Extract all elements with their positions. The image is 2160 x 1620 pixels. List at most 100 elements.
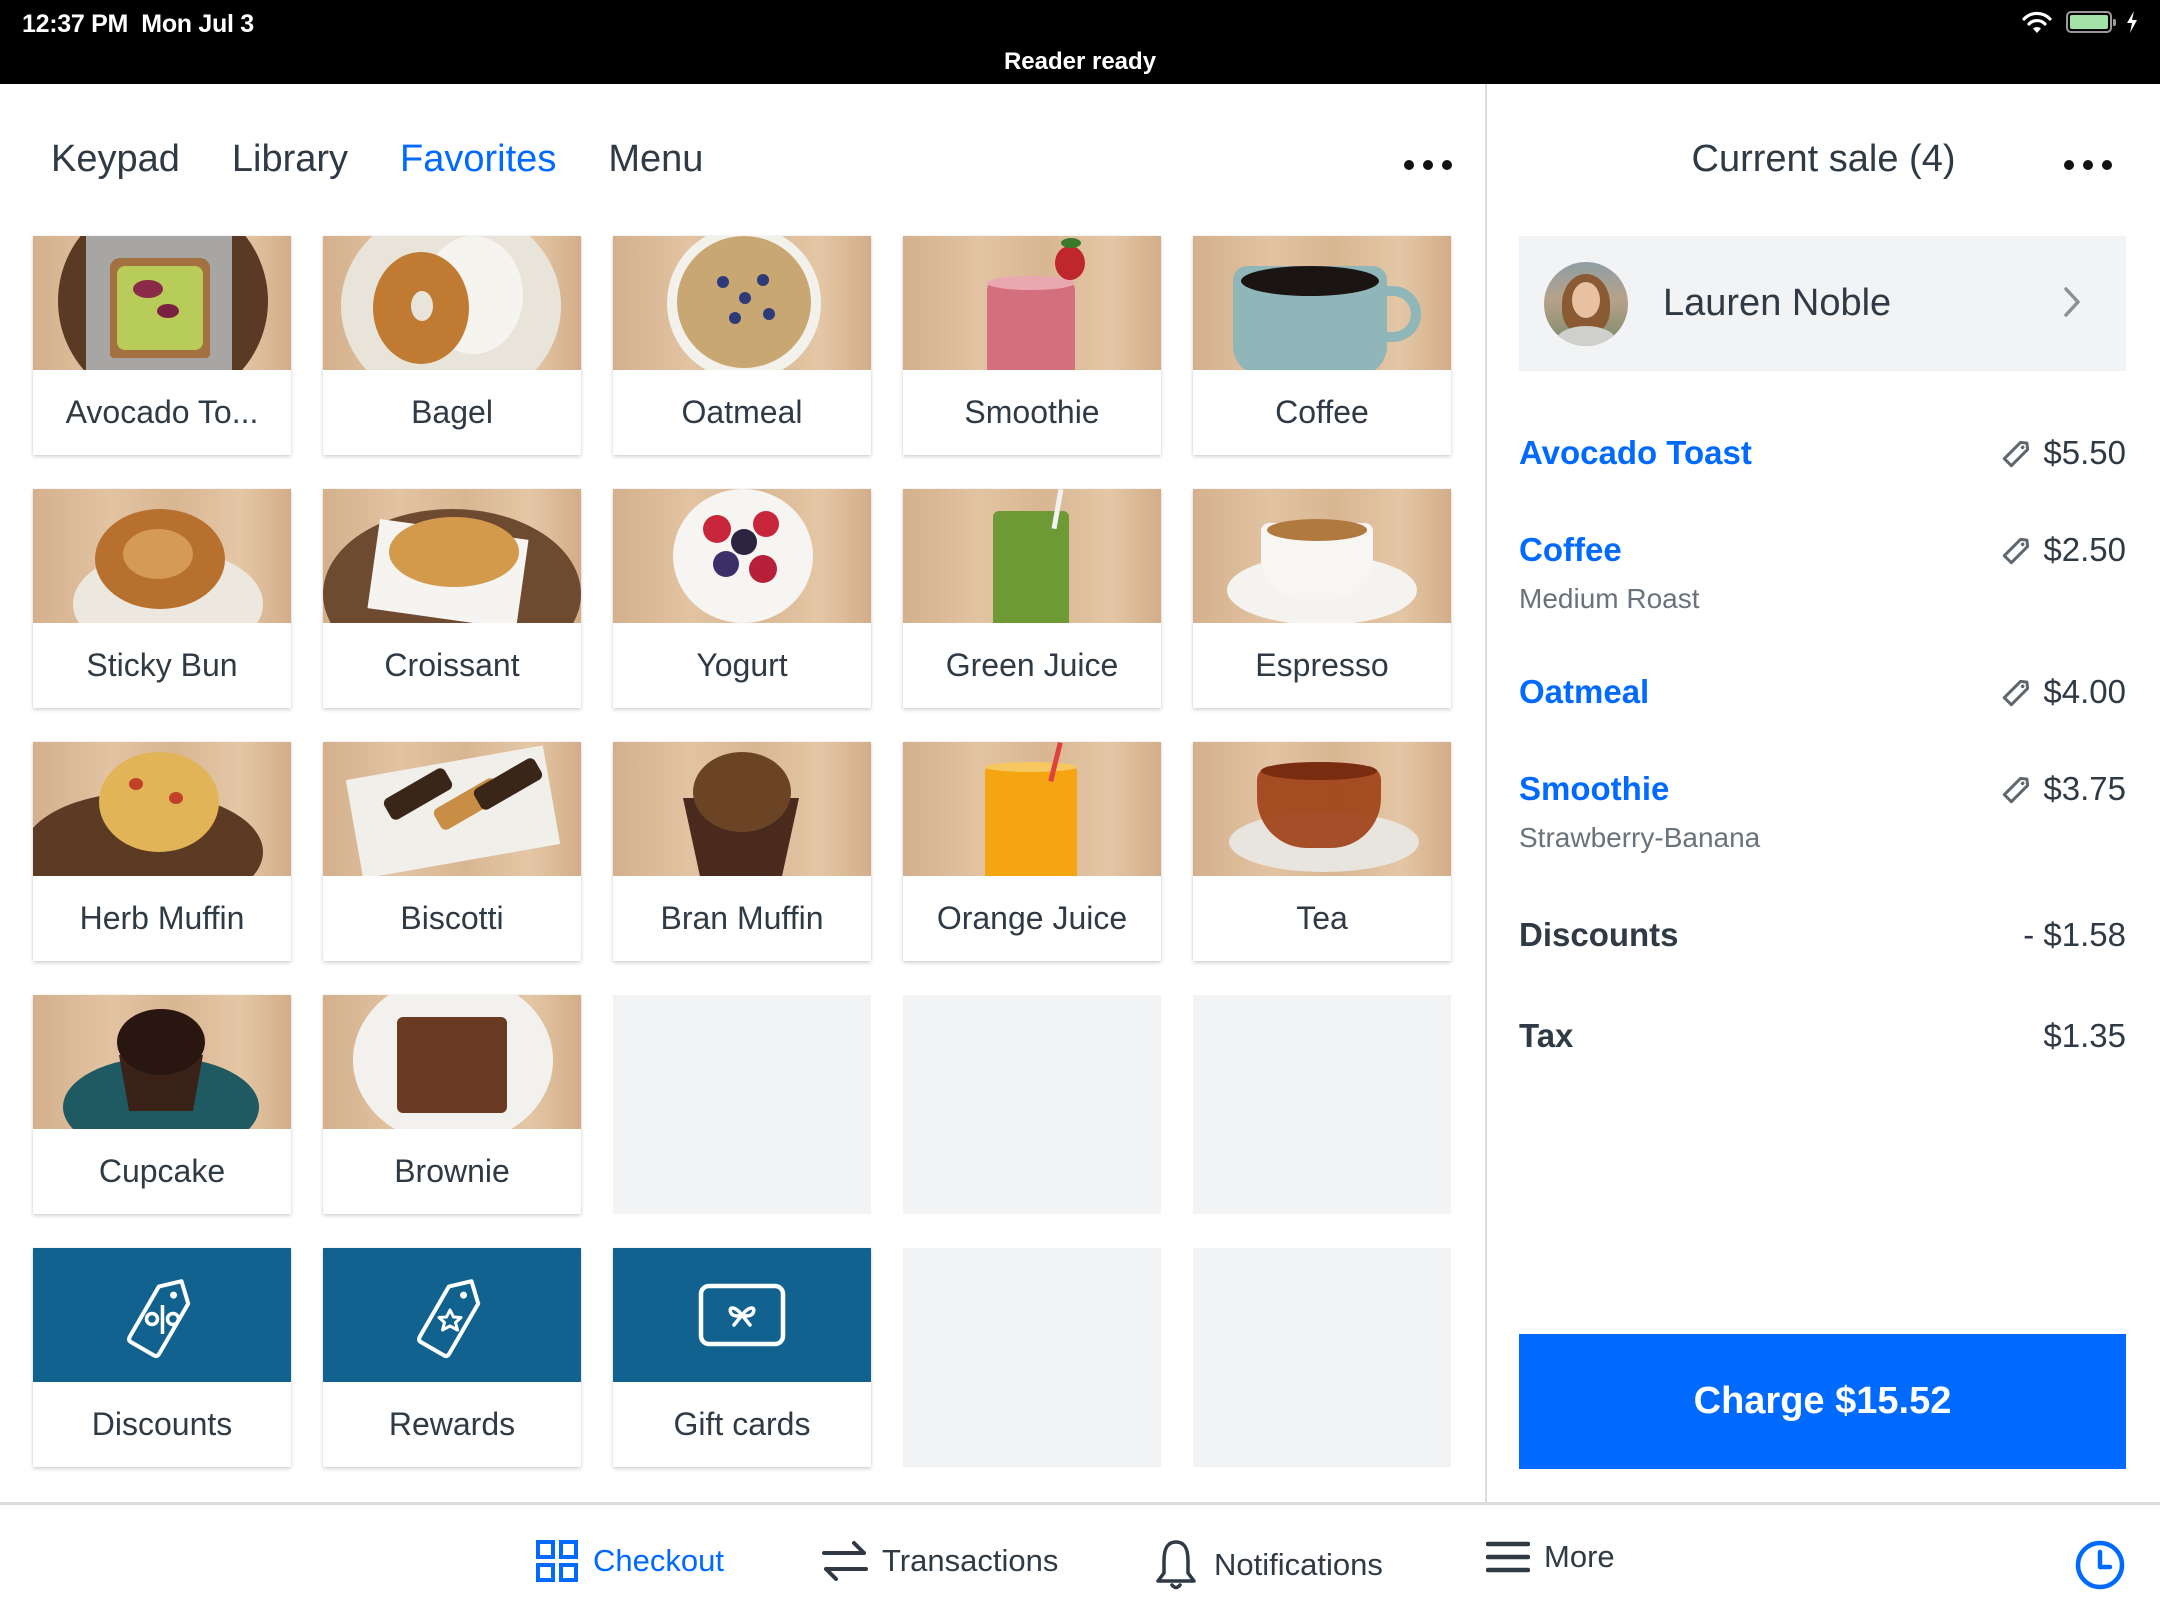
clock-icon[interactable] [2074, 1539, 2126, 1591]
tile-label: Avocado To... [65, 394, 259, 430]
smoothie-image [903, 236, 1161, 370]
price-tag-icon [2003, 440, 2030, 468]
cupcake-image [33, 995, 291, 1129]
tile-label: Coffee [1275, 394, 1369, 430]
item-panel-more-button[interactable] [1404, 160, 1452, 170]
tab-library[interactable]: Library [232, 138, 348, 181]
status-time: 12:37 PM Mon Jul 3 [22, 10, 254, 39]
nav-checkout[interactable]: Checkout [535, 1539, 724, 1583]
current-sale-title: Current sale (4) [1691, 138, 1956, 180]
tile-label: Tea [1296, 900, 1348, 936]
sale-line-item[interactable]: Smoothie Strawberry-Banana $3.75 [1519, 770, 2126, 854]
price-value: $2.50 [2043, 531, 2126, 568]
biscotti-image [323, 742, 581, 876]
tile-label: Espresso [1255, 647, 1389, 683]
line-item-price: $2.50 [2001, 531, 2126, 569]
charge-button[interactable]: Charge $15.52 [1519, 1334, 2126, 1469]
discount-tag-icon [127, 1279, 191, 1358]
line-item-price: $5.50 [2001, 434, 2126, 472]
tile-sticky-bun[interactable]: Sticky Bun [33, 489, 291, 708]
tile-espresso[interactable]: Espresso [1193, 489, 1451, 708]
empty-tile-slot[interactable] [903, 995, 1161, 1214]
empty-tile-slot[interactable] [903, 1248, 1161, 1467]
tile-croissant[interactable]: Croissant [323, 489, 581, 708]
tile-oatmeal[interactable]: Oatmeal [613, 236, 871, 455]
empty-tile-slot[interactable] [1193, 1248, 1451, 1467]
tile-bran-muffin[interactable]: Bran Muffin [613, 742, 871, 961]
tile-herb-muffin[interactable]: Herb Muffin [33, 742, 291, 961]
tile-rewards[interactable]: Rewards [323, 1248, 581, 1467]
tile-label: Yogurt [696, 647, 788, 683]
croissant-image [323, 489, 581, 623]
customer-avatar [1544, 261, 1628, 346]
clock-date: Mon Jul 3 [141, 10, 254, 38]
tile-label: Gift cards [673, 1406, 811, 1442]
status-bar: 12:37 PM Mon Jul 3 Reader ready [0, 0, 2160, 84]
tab-favorites[interactable]: Favorites [400, 138, 556, 181]
tile-tea[interactable]: Tea [1193, 742, 1451, 961]
customer-name: Lauren Noble [1663, 282, 1892, 324]
nav-notifications[interactable]: Notifications [1152, 1539, 1383, 1591]
bagel-image [323, 236, 581, 370]
tile-smoothie[interactable]: Smoothie [903, 236, 1161, 455]
tile-gift-cards[interactable]: Gift cards [613, 1248, 871, 1467]
discounts-tile-icon-area [33, 1248, 291, 1382]
tile-biscotti[interactable]: Biscotti [323, 742, 581, 961]
tile-orange-juice[interactable]: Orange Juice [903, 742, 1161, 961]
tile-label: Croissant [384, 647, 520, 683]
menu-icon [1486, 1541, 1530, 1573]
favorites-grid: Avocado To... Bagel Oatmeal Smoothie Cof… [33, 236, 1451, 1467]
nav-label: Checkout [593, 1543, 724, 1578]
tax-row[interactable]: Tax $1.35 [1519, 1017, 2126, 1055]
nav-label: More [1544, 1539, 1615, 1574]
sale-line-item[interactable]: Avocado Toast $5.50 [1519, 434, 2126, 472]
sale-line-item[interactable]: Oatmeal $4.00 [1519, 673, 2126, 711]
tile-green-juice[interactable]: Green Juice [903, 489, 1161, 708]
tile-cupcake[interactable]: Cupcake [33, 995, 291, 1214]
tile-discounts[interactable]: Discounts [33, 1248, 291, 1467]
tile-label: Brownie [394, 1153, 510, 1189]
tab-keypad[interactable]: Keypad [51, 138, 180, 181]
tile-yogurt[interactable]: Yogurt [613, 489, 871, 708]
tile-bagel[interactable]: Bagel [323, 236, 581, 455]
tile-label: Herb Muffin [79, 900, 245, 936]
tile-label: Bagel [411, 394, 493, 430]
line-item-price: $4.00 [2001, 673, 2126, 711]
tile-label: Oatmeal [681, 394, 803, 430]
tax-label: Tax [1519, 1017, 1574, 1054]
price-value: $4.00 [2043, 673, 2126, 710]
sticky-bun-image [33, 489, 291, 623]
bell-icon [1156, 1540, 1196, 1590]
tile-label: Sticky Bun [86, 647, 238, 683]
gift-card-icon [698, 1283, 786, 1347]
nav-label: Transactions [882, 1543, 1059, 1578]
tile-label: Biscotti [400, 900, 504, 936]
nav-more[interactable]: More [1486, 1539, 1615, 1575]
sale-more-button[interactable] [2064, 160, 2112, 170]
tile-coffee[interactable]: Coffee [1193, 236, 1451, 455]
line-item-variant: Strawberry-Banana [1519, 822, 1761, 853]
empty-tile-slot[interactable] [613, 995, 871, 1214]
tile-label: Smoothie [964, 394, 1100, 430]
discounts-label: Discounts [1519, 916, 1679, 953]
tile-brownie[interactable]: Brownie [323, 995, 581, 1214]
tab-menu[interactable]: Menu [608, 138, 703, 181]
line-item-price: $3.75 [2001, 770, 2126, 808]
coffee-image [1193, 236, 1451, 370]
empty-tile-slot[interactable] [1193, 995, 1451, 1214]
library-tabs: Keypad Library Favorites Menu [51, 138, 703, 181]
brownie-image [323, 995, 581, 1129]
transfer-arrows-icon [822, 1541, 868, 1581]
tile-label: Discounts [91, 1406, 233, 1442]
tile-avocado-toast[interactable]: Avocado To... [33, 236, 291, 455]
tax-value: $1.35 [2043, 1017, 2126, 1054]
charging-bolt-icon [2127, 11, 2137, 33]
price-value: $5.50 [2043, 434, 2126, 471]
tile-label: Cupcake [98, 1153, 226, 1189]
nav-transactions[interactable]: Transactions [822, 1539, 1058, 1583]
tea-image [1193, 742, 1451, 876]
discounts-row[interactable]: Discounts - $1.58 [1519, 916, 2126, 954]
customer-row[interactable]: Lauren Noble [1519, 236, 2126, 371]
sale-line-item[interactable]: Coffee Medium Roast $2.50 [1519, 531, 2126, 615]
espresso-image [1193, 489, 1451, 623]
